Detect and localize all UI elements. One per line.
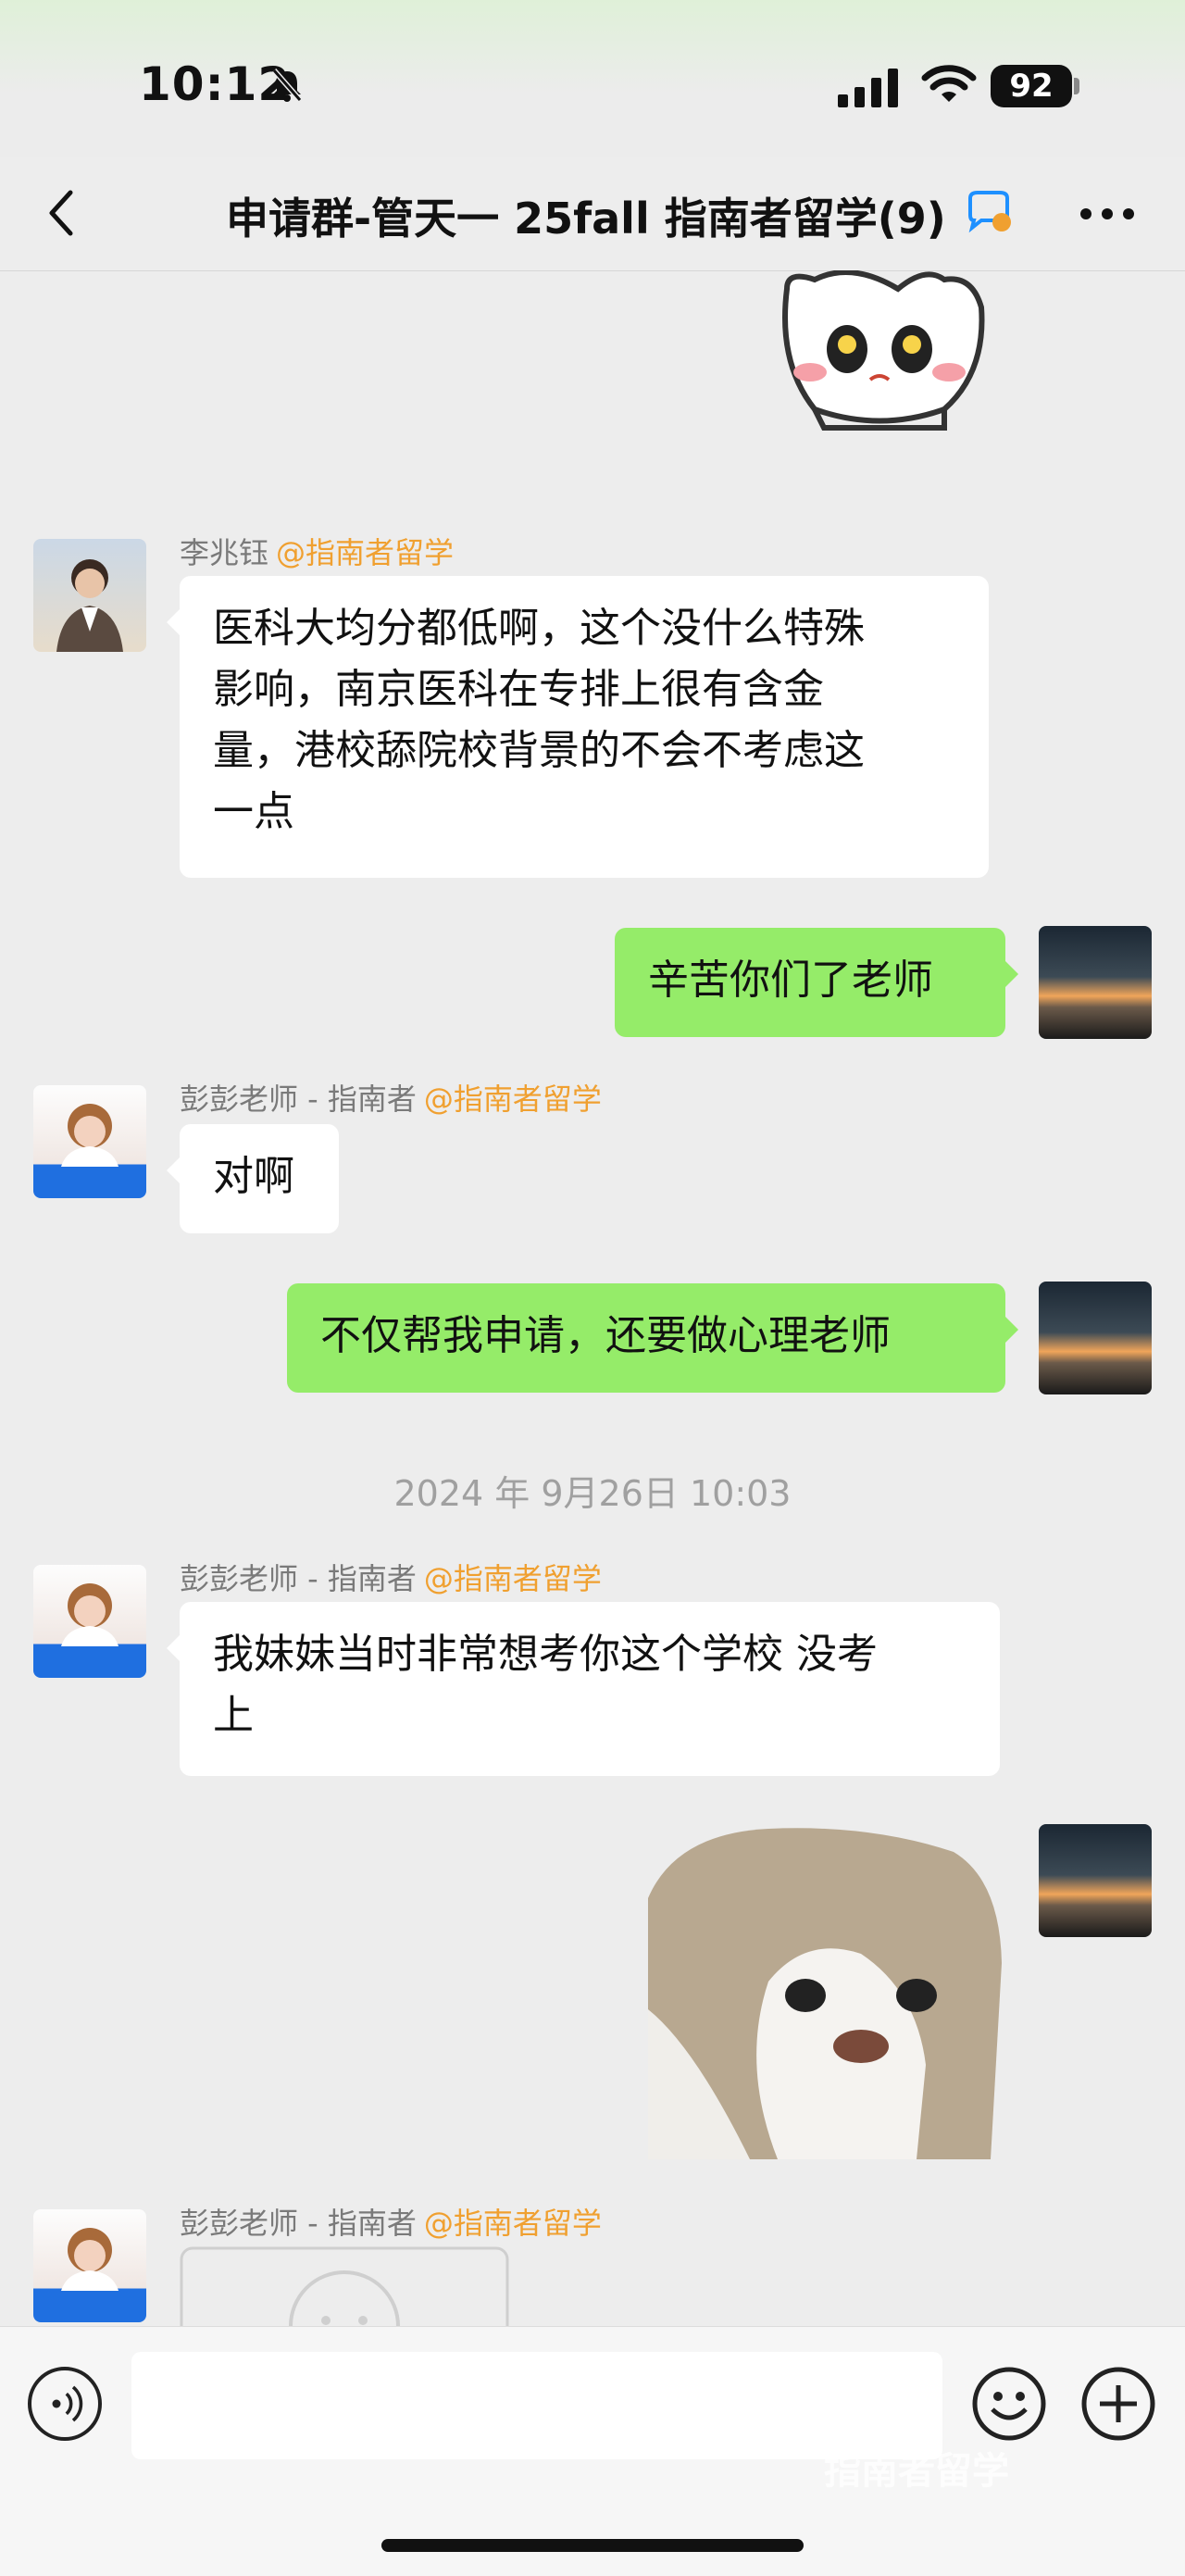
message-sender: 彭彭老师 - 指南者 @指南者留学 [180,1556,602,1598]
message-bubble-incoming[interactable]: 我妹妹当时非常想考你这个学校 没考 上 [167,1602,1000,1776]
message-bubble-outgoing[interactable]: 不仅帮我申请，还要做心理老师 [287,1283,1018,1393]
message-line: 一点 [213,788,294,835]
voice-input-icon[interactable] [28,2367,102,2441]
sender-name: 彭彭老师 - 指南者 [180,1082,417,1117]
sender-tag: @指南者留学 [423,2206,602,2241]
message-bubble-incoming[interactable]: 医科大均分都低啊，这个没什么特殊 影响，南京医科在专排上很有含金 量，港校舔院校… [167,576,989,878]
message-bubble-incoming[interactable]: 对啊 [167,1124,339,1233]
message-line: 影响，南京医科在专排上很有含金 [213,666,824,713]
emoji-icon[interactable] [970,2365,1048,2443]
wifi-icon [921,65,977,102]
battery-tip [1074,78,1079,94]
group-chat-icon [968,191,1011,233]
avatar-pengpeng[interactable] [33,1565,146,1678]
more-options-icon[interactable] [1079,207,1135,220]
mute-bell-icon [271,69,303,102]
sender-name: 彭彭老师 - 指南者 [180,1561,417,1596]
crying-cat-sticker[interactable] [639,1824,1005,2159]
message-sender: 彭彭老师 - 指南者 @指南者留学 [180,1076,602,1119]
avatar-me[interactable] [1039,1824,1152,1937]
add-attachment-icon[interactable] [1079,2365,1157,2443]
avatar-pengpeng[interactable] [33,2209,146,2322]
message-sender: 彭彭老师 - 指南者 @指南者留学 [180,2200,602,2243]
message-bubble-outgoing[interactable]: 辛苦你们了老师 [615,928,1018,1037]
chat-title: 申请群-管天一 25fall 指南者留学(9) [226,194,946,244]
sender-name: 李兆钰 [180,535,269,570]
home-indicator [381,2539,804,2552]
battery-indicator: 92 [991,65,1072,107]
sender-tag: @指南者留学 [423,1082,602,1117]
sender-tag: @指南者留学 [423,1561,602,1596]
sender-name: 彭彭老师 - 指南者 [180,2206,417,2241]
cellular-signal-icon [838,69,898,107]
avatar-li-zhaoyu[interactable] [33,539,146,652]
message-line: 量，港校舔院校背景的不会不考虑这 [213,727,865,774]
message-line: 我妹妹当时非常想考你这个学校 没考 [213,1631,878,1678]
sticker-placeholder[interactable] [180,2246,509,2326]
watermark: 指南者留学 [824,2450,1009,2493]
sender-tag: @指南者留学 [276,535,455,570]
message-line: 医科大均分都低啊，这个没什么特殊 [213,605,865,652]
bunny-sticker[interactable] [759,270,1000,437]
message-line: 上 [213,1692,254,1739]
message-sender: 李兆钰 @指南者留学 [180,530,454,572]
back-chevron-icon[interactable] [41,185,81,241]
avatar-pengpeng[interactable] [33,1085,146,1198]
message-input[interactable] [131,2352,942,2459]
message-timestamp: 2024 年 9月26日 10:03 [393,1473,792,1514]
avatar-me[interactable] [1039,926,1152,1039]
avatar-me[interactable] [1039,1282,1152,1394]
